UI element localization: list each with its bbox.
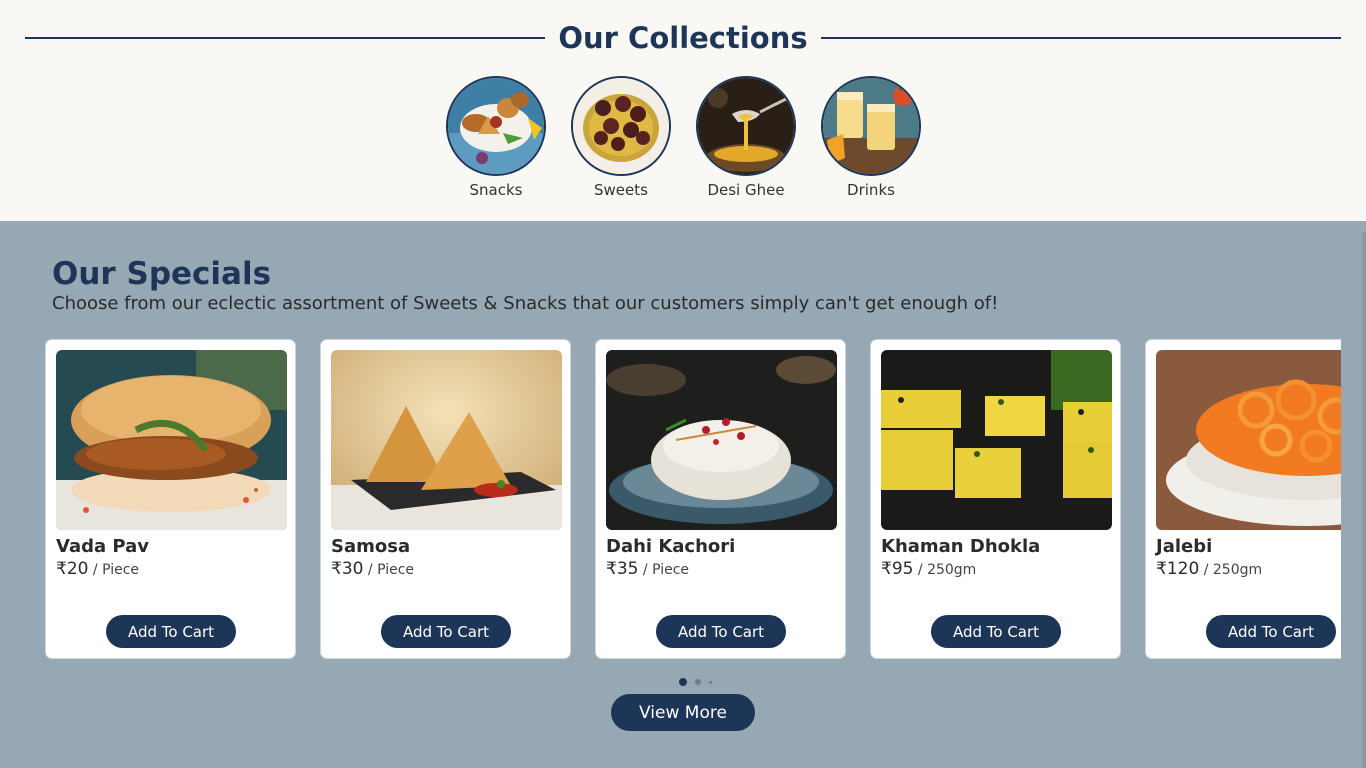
product-card[interactable]: Khaman Dhokla ₹95 / 250gm Add To Cart xyxy=(870,339,1121,659)
product-price: ₹95 / 250gm xyxy=(881,558,976,581)
carousel-dot[interactable] xyxy=(695,679,701,685)
price-value: ₹120 xyxy=(1156,559,1200,579)
page-scrollbar[interactable] xyxy=(1362,232,1366,768)
vada-pav-image[interactable] xyxy=(56,350,287,530)
collection-sweets[interactable]: Sweets xyxy=(571,76,671,199)
product-name: Vada Pav xyxy=(56,536,149,557)
collection-label[interactable]: Snacks xyxy=(470,181,523,199)
carousel-dot-active[interactable] xyxy=(679,678,687,686)
product-card[interactable]: Jalebi ₹120 / 250gm Add To Cart xyxy=(1145,339,1341,659)
collection-desi-ghee[interactable]: Desi Ghee xyxy=(696,76,796,199)
drinks-image[interactable] xyxy=(821,76,921,176)
collection-drinks[interactable]: Drinks xyxy=(821,76,921,199)
price-unit: / Piece xyxy=(363,562,415,578)
product-price: ₹30 / Piece xyxy=(331,558,414,581)
add-to-cart-button[interactable]: Add To Cart xyxy=(656,615,786,648)
product-card[interactable]: Samosa ₹30 / Piece Add To Cart xyxy=(320,339,571,659)
ghee-image[interactable] xyxy=(696,76,796,176)
product-price: ₹35 / Piece xyxy=(606,558,689,581)
price-unit: / 250gm xyxy=(1199,562,1263,578)
view-more-button[interactable]: View More xyxy=(611,694,755,731)
specials-section: Our Specials Choose from our eclectic as… xyxy=(0,221,1366,768)
collection-label[interactable]: Desi Ghee xyxy=(707,181,784,199)
product-name: Khaman Dhokla xyxy=(881,536,1041,557)
snacks-image[interactable] xyxy=(446,76,546,176)
collection-snacks[interactable]: Snacks xyxy=(446,76,546,199)
product-name: Dahi Kachori xyxy=(606,536,736,557)
jalebi-image[interactable] xyxy=(1156,350,1341,530)
add-to-cart-button[interactable]: Add To Cart xyxy=(106,615,236,648)
collections-title: Our Collections xyxy=(558,21,808,55)
collections-header: Our Collections xyxy=(0,18,1366,58)
product-card[interactable]: Vada Pav ₹20 / Piece Add To Cart xyxy=(45,339,296,659)
khaman-dhokla-image[interactable] xyxy=(881,350,1112,530)
carousel-pagination xyxy=(679,678,712,686)
price-unit: / Piece xyxy=(638,562,690,578)
price-value: ₹20 xyxy=(56,559,89,579)
collections-section: Our Collections Snacks Sweets Desi Ghee … xyxy=(0,0,1366,221)
carousel-dot[interactable] xyxy=(709,680,712,684)
product-price: ₹20 / Piece xyxy=(56,558,139,581)
collection-label[interactable]: Sweets xyxy=(594,181,648,199)
product-name: Jalebi xyxy=(1156,536,1213,557)
specials-subtitle: Choose from our eclectic assortment of S… xyxy=(52,293,999,314)
add-to-cart-button[interactable]: Add To Cart xyxy=(1206,615,1336,648)
sweets-image[interactable] xyxy=(571,76,671,176)
dahi-kachori-image[interactable] xyxy=(606,350,837,530)
price-value: ₹95 xyxy=(881,559,914,579)
price-unit: / 250gm xyxy=(913,562,977,578)
product-carousel[interactable]: Vada Pav ₹20 / Piece Add To Cart Samosa … xyxy=(45,338,1341,663)
specials-title: Our Specials xyxy=(52,256,272,292)
collection-label[interactable]: Drinks xyxy=(847,181,895,199)
product-name: Samosa xyxy=(331,536,411,557)
add-to-cart-button[interactable]: Add To Cart xyxy=(931,615,1061,648)
price-unit: / Piece xyxy=(88,562,140,578)
product-card[interactable]: Dahi Kachori ₹35 / Piece Add To Cart xyxy=(595,339,846,659)
price-value: ₹30 xyxy=(331,559,364,579)
samosa-image[interactable] xyxy=(331,350,562,530)
add-to-cart-button[interactable]: Add To Cart xyxy=(381,615,511,648)
collections-list: Snacks Sweets Desi Ghee Drinks xyxy=(446,76,921,199)
divider-line xyxy=(25,37,545,39)
price-value: ₹35 xyxy=(606,559,639,579)
divider-line xyxy=(821,37,1341,39)
product-price: ₹120 / 250gm xyxy=(1156,558,1262,581)
